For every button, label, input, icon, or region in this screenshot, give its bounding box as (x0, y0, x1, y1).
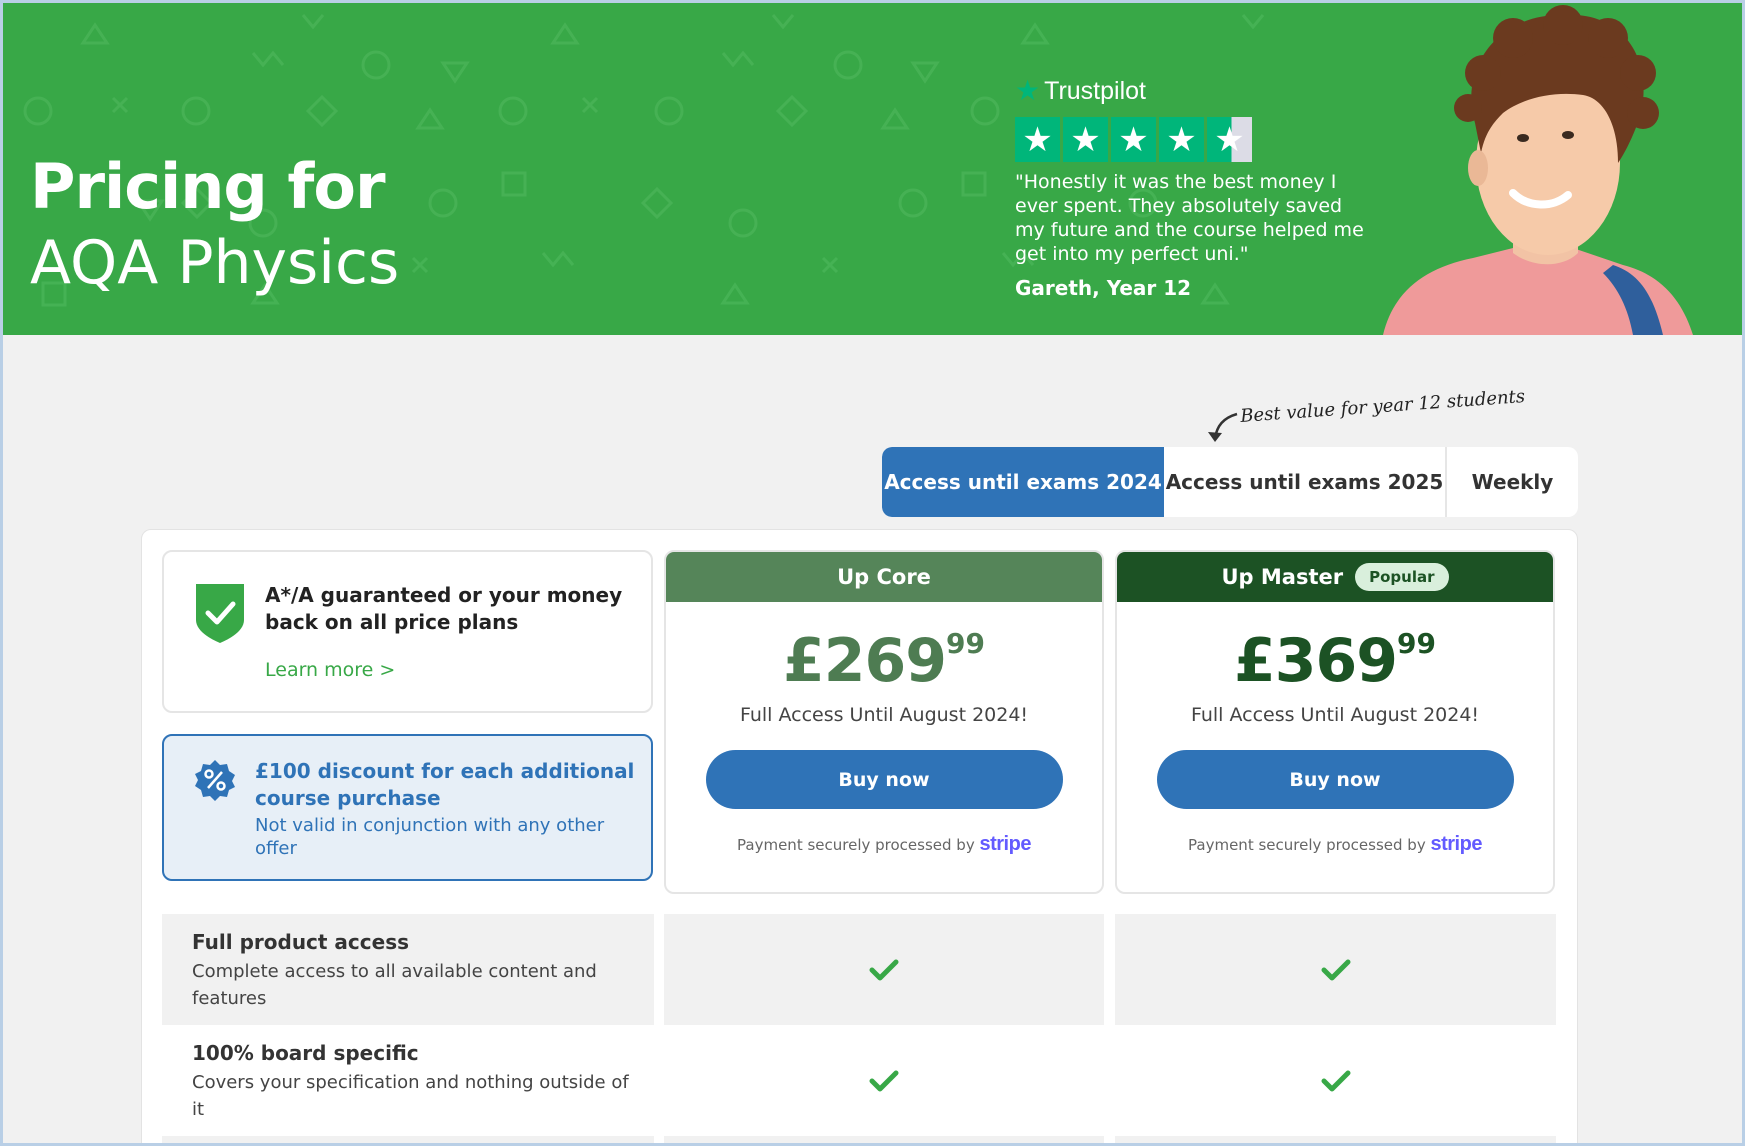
tab-exams-2024[interactable]: Access until exams 2024 (882, 447, 1164, 517)
student-photo (1383, 5, 1693, 335)
discount-title: £100 discount for each additional course… (255, 759, 635, 810)
buy-now-button[interactable]: Buy now (705, 750, 1063, 809)
page-title-subject: AQA Physics (30, 228, 400, 298)
plan-price: £26999 (666, 626, 1102, 696)
price-main: £369 (1234, 626, 1398, 696)
buy-now-button[interactable]: Buy now (1156, 750, 1514, 809)
best-value-annotation: Best value for year 12 students (1239, 386, 1526, 427)
star-icon: ★ (1159, 117, 1204, 162)
plan-name: Up Master (1221, 565, 1344, 589)
arrow-down-left-icon (1208, 412, 1238, 442)
feature-master-cell (1115, 914, 1556, 1025)
guarantee-title: A*/A guaranteed or your money back on al… (265, 583, 623, 634)
trustpilot-logo: ★ Trustpilot (1015, 71, 1375, 111)
access-period-tabs: Access until exams 2024 Access until exa… (882, 447, 1578, 517)
feature-core-cell (664, 1025, 1104, 1136)
plan-card-core: Up Core £26999 Full Access Until August … (664, 550, 1104, 894)
discount-box: £100 discount for each additional course… (162, 734, 653, 881)
feature-row: 100% board specific Covers your specific… (162, 1025, 1556, 1136)
guarantee-box: A*/A guaranteed or your money back on al… (162, 550, 653, 713)
price-pence: 99 (1397, 627, 1436, 660)
feature-row-partial (162, 1136, 1556, 1146)
trustpilot-star-icon: ★ (1015, 75, 1041, 106)
shield-check-icon (196, 584, 244, 643)
feature-title: Full product access (192, 930, 410, 954)
review-author: Gareth, Year 12 (1015, 276, 1192, 300)
plan-description: Full Access Until August 2024! (739, 704, 1029, 726)
stripe-logo: stripe (1430, 833, 1482, 855)
payment-note: Payment securely processed by stripe (1117, 833, 1553, 856)
discount-badge-icon (195, 760, 235, 801)
plan-card-master: Up Master Popular £36999 Full Access Unt… (1115, 550, 1555, 894)
feature-row: Full product access Complete access to a… (162, 914, 1556, 1025)
check-icon (869, 959, 899, 980)
payment-note: Payment securely processed by stripe (666, 833, 1102, 856)
feature-title: 100% board specific (192, 1041, 419, 1065)
popular-badge: Popular (1355, 563, 1449, 591)
star-icon: ★ (1015, 117, 1060, 162)
trustpilot-rating: ★ ★ ★ ★ ★ (1015, 117, 1375, 162)
payment-note-text: Payment securely processed by (737, 836, 975, 854)
discount-subtitle: Not valid in conjunction with any other … (255, 815, 605, 859)
tab-exams-2025[interactable]: Access until exams 2025 (1164, 447, 1447, 517)
stripe-logo: stripe (979, 833, 1031, 855)
feature-description: Complete access to all available content… (192, 961, 597, 1009)
check-icon (1321, 959, 1350, 980)
feature-master-cell (1115, 1025, 1556, 1136)
hero-banner: Pricing for AQA Physics ★ Trustpilot ★ ★… (3, 3, 1742, 335)
tab-weekly[interactable]: Weekly (1447, 447, 1578, 517)
plan-description: Full Access Until August 2024! (1190, 704, 1480, 726)
trustpilot-brand: Trustpilot (1044, 76, 1146, 105)
trustpilot-review: ★ Trustpilot ★ ★ ★ ★ ★ "Honestly it was … (1015, 71, 1375, 300)
feature-core-cell (664, 914, 1104, 1025)
plan-header: Up Master Popular (1117, 552, 1553, 602)
plan-price: £36999 (1117, 626, 1553, 696)
price-main: £269 (783, 626, 947, 696)
feature-label-cell: Full product access Complete access to a… (162, 914, 654, 1025)
check-icon (1321, 1070, 1350, 1091)
check-icon (869, 1070, 899, 1091)
page-title-bold: Pricing for (30, 150, 386, 223)
price-pence: 99 (946, 627, 985, 660)
plan-name: Up Core (837, 565, 931, 589)
page-title: Pricing for AQA Physics (30, 151, 399, 303)
payment-note-text: Payment securely processed by (1188, 836, 1426, 854)
feature-description: Covers your specification and nothing ou… (192, 1072, 629, 1120)
star-icon: ★ (1063, 117, 1108, 162)
review-quote: "Honestly it was the best money I ever s… (1015, 171, 1364, 265)
plan-header: Up Core (666, 552, 1102, 602)
half-star-icon: ★ (1207, 117, 1252, 162)
learn-more-link[interactable]: Learn more > (265, 659, 395, 681)
feature-label-cell: 100% board specific Covers your specific… (162, 1025, 654, 1136)
star-icon: ★ (1111, 117, 1156, 162)
